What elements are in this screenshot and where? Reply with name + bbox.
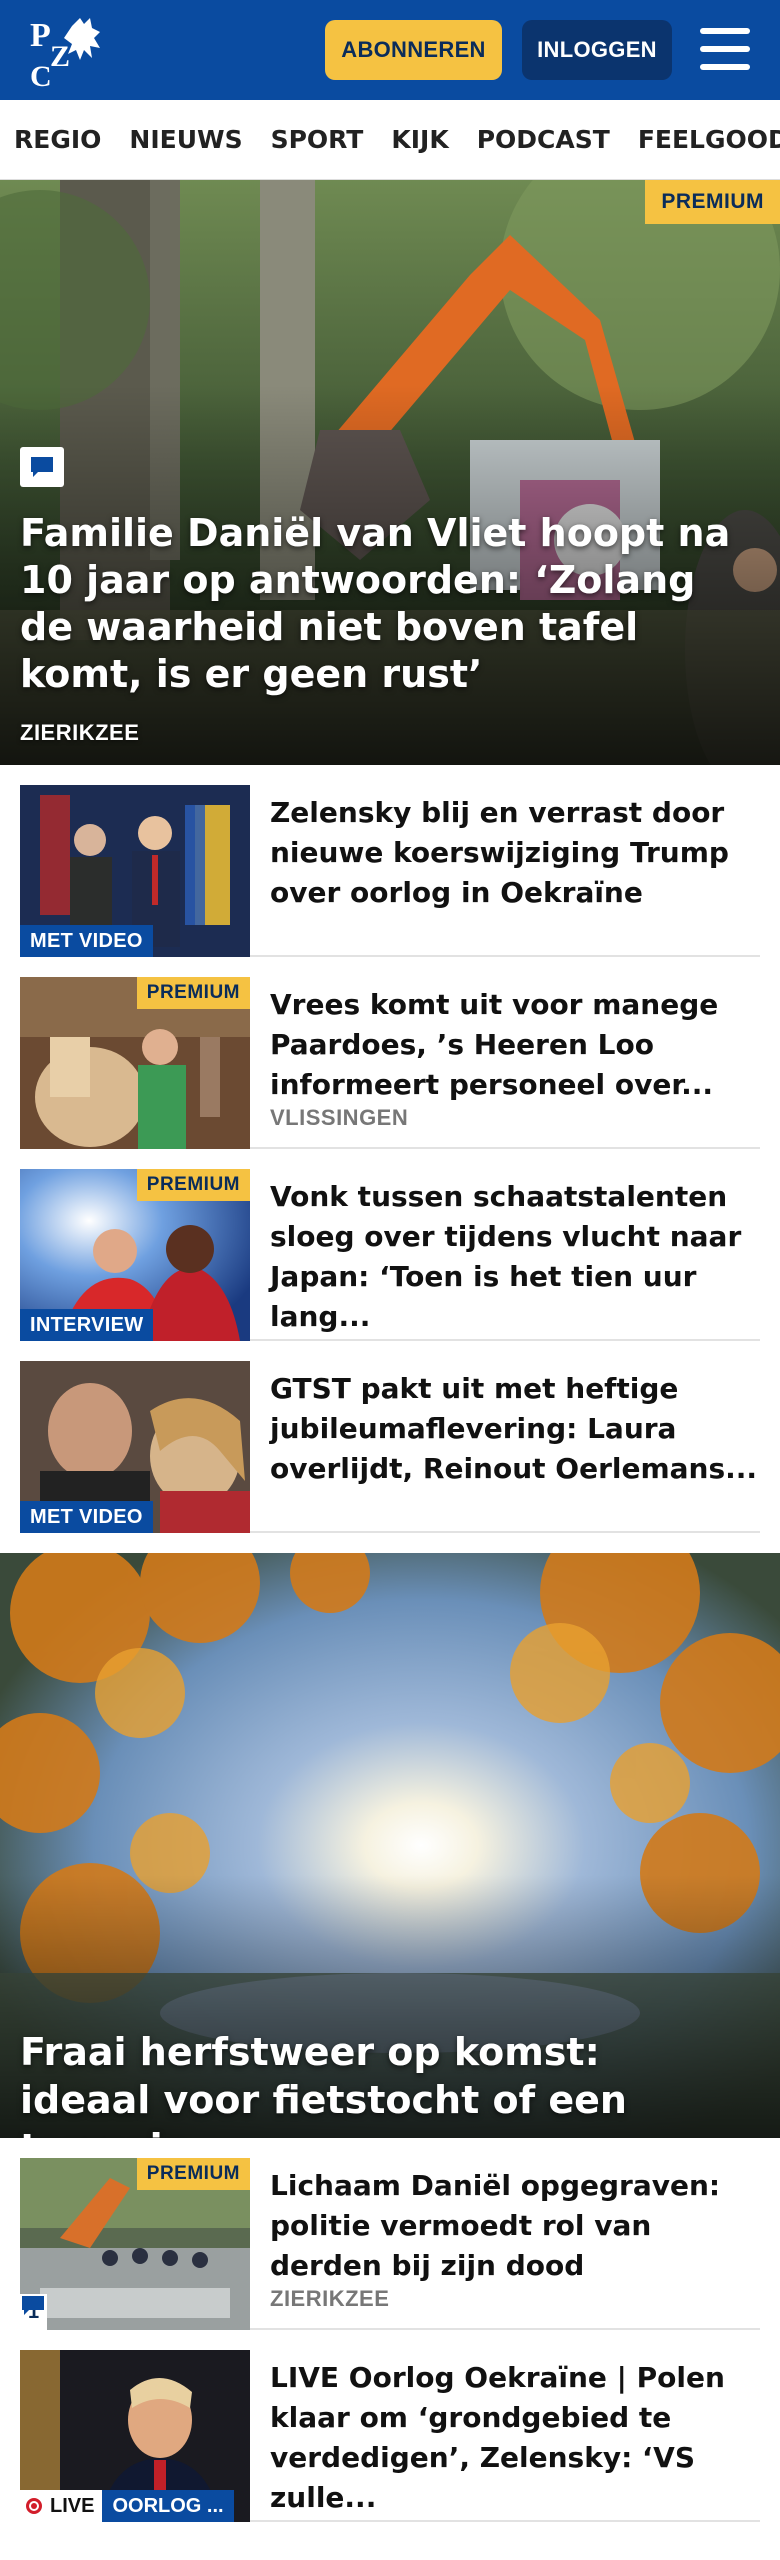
list-item[interactable]: PREMIUM Vrees komt uit voor manege Paard…: [20, 957, 760, 1149]
hamburger-menu-icon[interactable]: [700, 28, 750, 72]
pzc-logo[interactable]: P Z C: [24, 12, 114, 93]
svg-text:P: P: [30, 17, 51, 54]
hero-location: ZIERIKZEE: [20, 720, 140, 745]
svg-text:C: C: [30, 60, 52, 88]
nav-item-nieuws[interactable]: NIEUWS: [115, 125, 256, 154]
article-title[interactable]: Vrees komt uit voor manege Paardoes, ’s …: [270, 985, 760, 1105]
premium-badge: PREMIUM: [136, 2158, 250, 2190]
nav-item-feelgood[interactable]: FEELGOOD: [624, 125, 780, 154]
video-label: MET VIDEO: [20, 925, 153, 957]
list-item[interactable]: PREMIUM 1 Lichaam Daniël opgegraven: pol…: [20, 2138, 760, 2330]
live-dot-icon: [26, 2498, 42, 2514]
site-header: P Z C ABONNEREN INLOGGEN: [0, 0, 780, 100]
article-location: ZIERIKZEE: [270, 2286, 390, 2311]
hero-headline[interactable]: Familie Daniël van Vliet hoopt na 10 jaa…: [20, 510, 740, 698]
list-item[interactable]: PREMIUM INTERVIEW Vonk tussen schaatstal…: [20, 1149, 760, 1341]
article-thumbnail: MET VIDEO: [20, 785, 250, 957]
article-thumbnail: PREMIUM 1: [20, 2158, 250, 2330]
comment-count[interactable]: 1: [20, 2294, 48, 2330]
comment-icon: [22, 2296, 44, 2315]
feature-article[interactable]: Fraai herfstweer op komst: ideaal voor f…: [0, 1553, 780, 2138]
premium-badge: PREMIUM: [136, 977, 250, 1009]
interview-label: INTERVIEW: [20, 1309, 154, 1341]
premium-badge: PREMIUM: [136, 1169, 250, 1201]
svg-text:Z: Z: [50, 40, 70, 73]
live-badge: LIVE OORLOG ...: [20, 2490, 234, 2522]
article-thumbnail: PREMIUM INTERVIEW: [20, 1169, 250, 1341]
article-thumbnail: LIVE OORLOG ...: [20, 2350, 250, 2522]
subscribe-button[interactable]: ABONNEREN: [325, 20, 502, 80]
hero-article[interactable]: PREMIUM Familie Daniël van Vliet hoopt n…: [0, 180, 780, 765]
nav-item-regio[interactable]: REGIO: [0, 125, 115, 154]
list-item[interactable]: LIVE OORLOG ... LIVE Oorlog Oekraïne | P…: [20, 2330, 760, 2522]
article-title[interactable]: Zelensky blij en verrast door nieuwe koe…: [270, 793, 760, 913]
list-item[interactable]: MET VIDEO GTST pakt uit met heftige jubi…: [20, 1341, 760, 1533]
article-title[interactable]: GTST pakt uit met heftige jubileumafleve…: [270, 1369, 760, 1489]
premium-badge: PREMIUM: [645, 180, 780, 224]
category-label: OORLOG ...: [102, 2490, 234, 2522]
nav-item-sport[interactable]: SPORT: [257, 125, 378, 154]
live-label: LIVE: [50, 2494, 95, 2517]
section-nav: REGIO NIEUWS SPORT KIJK PODCAST FEELGOOD…: [0, 100, 780, 180]
video-label: MET VIDEO: [20, 1501, 153, 1533]
login-button[interactable]: INLOGGEN: [522, 20, 672, 80]
comment-icon: [20, 447, 64, 487]
list-item[interactable]: MET VIDEO Zelensky blij en verrast door …: [20, 765, 760, 957]
nav-item-podcast[interactable]: PODCAST: [463, 125, 624, 154]
feature-headline[interactable]: Fraai herfstweer op komst: ideaal voor f…: [20, 2028, 740, 2138]
nav-item-kijk[interactable]: KIJK: [377, 125, 462, 154]
article-thumbnail: MET VIDEO: [20, 1361, 250, 1533]
article-thumbnail: PREMIUM: [20, 977, 250, 1149]
article-title[interactable]: LIVE Oorlog Oekraïne | Polen klaar om ‘g…: [270, 2358, 760, 2518]
article-title[interactable]: Lichaam Daniël opgegraven: politie vermo…: [270, 2166, 760, 2286]
article-location: VLISSINGEN: [270, 1105, 409, 1130]
article-title[interactable]: Vonk tussen schaatstalenten sloeg over t…: [270, 1177, 760, 1337]
